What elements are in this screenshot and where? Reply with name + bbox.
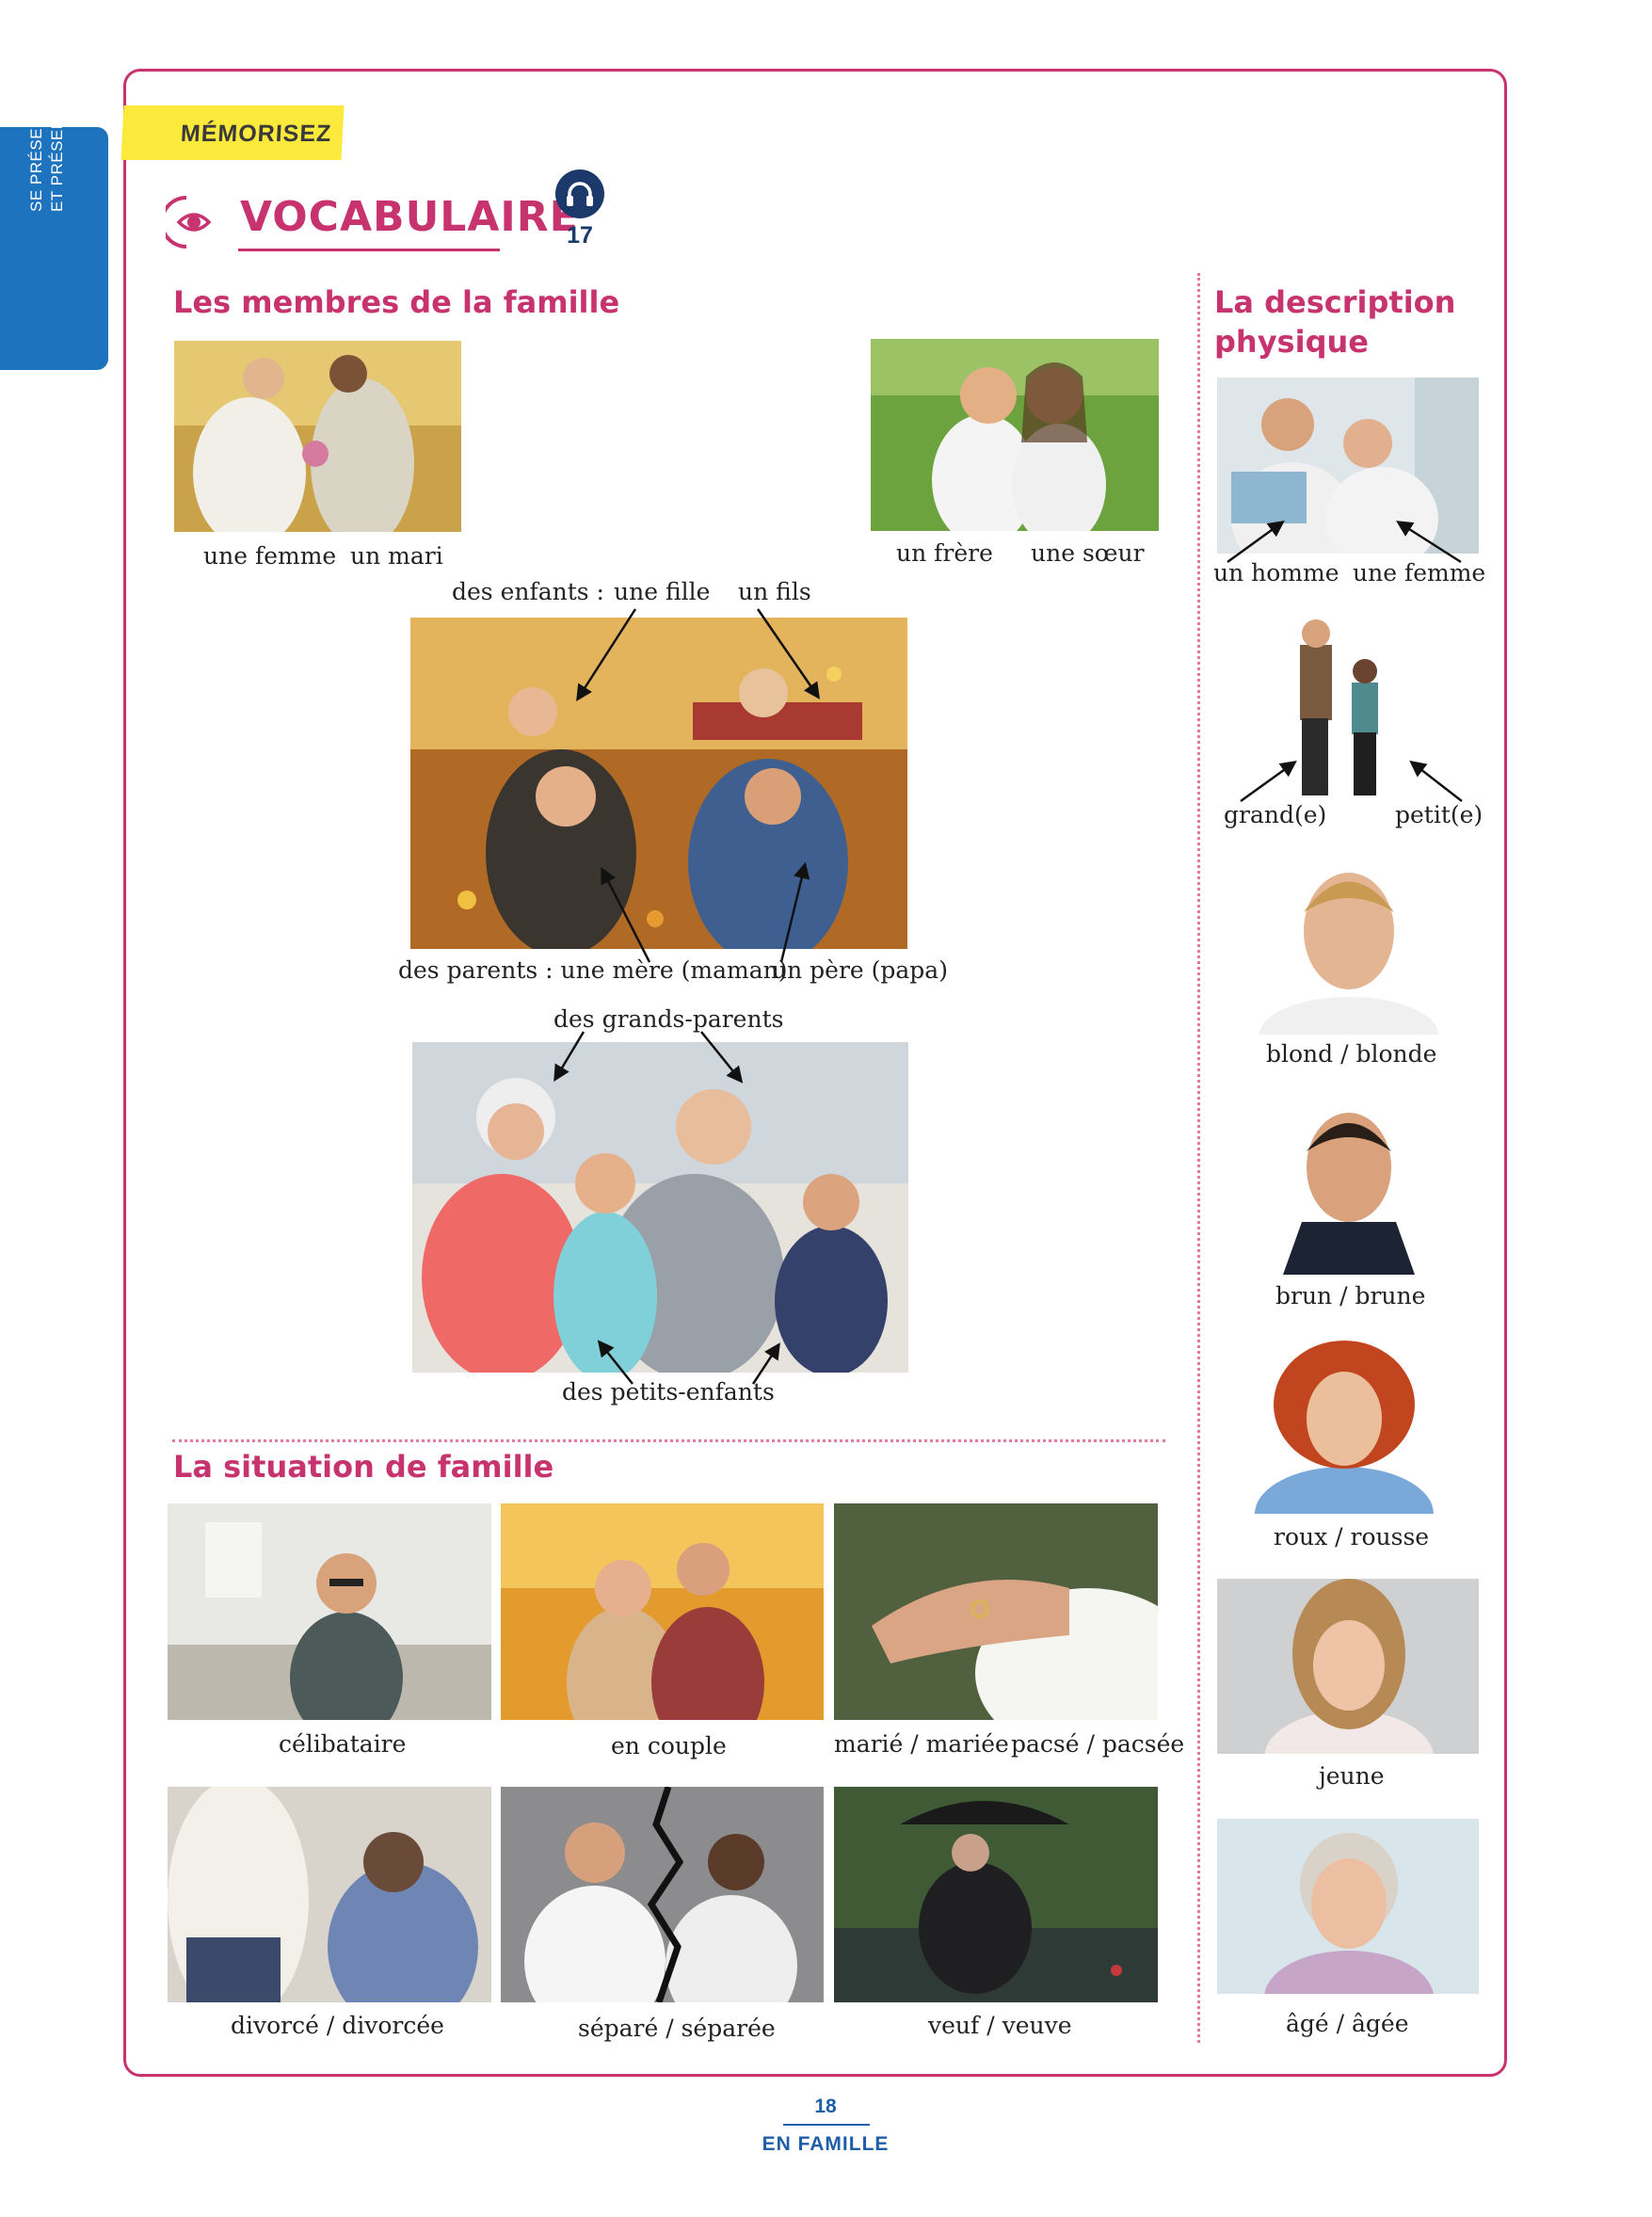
label-une-femme: une femme (203, 542, 337, 570)
label-des-parents-une-mere: des parents : une mère (maman) (398, 956, 788, 984)
label-marie: marié / mariée (834, 1730, 1009, 1758)
chapter-side-tab-label: SE PRÉSENTER ET PRÉSENTER (27, 82, 66, 212)
photo-blond (1217, 860, 1479, 1035)
label-veuf: veuf / veuve (928, 2012, 1072, 2039)
photo-wedding-couple (174, 341, 461, 532)
label-une-soeur: une sœur (1031, 539, 1145, 567)
photo-veuf (834, 1787, 1158, 2002)
label-roux: roux / rousse (1274, 1523, 1430, 1550)
label-un-pere: un père (papa) (772, 956, 948, 984)
photo-age (1217, 1819, 1479, 1994)
photo-brother-sister (871, 339, 1159, 531)
chapter-name: EN FAMILLE (762, 2133, 890, 2155)
photo-grandparents-grandchildren (412, 1042, 908, 1373)
label-en-couple: en couple (611, 1732, 727, 1759)
heading-situation-famille: La situation de famille (173, 1449, 554, 1485)
section-title: VOCABULAIRE (240, 193, 579, 241)
photo-en-couple (501, 1503, 824, 1720)
page-number: 18 (814, 2096, 837, 2117)
label-un-homme: un homme (1213, 559, 1339, 586)
label-une-fille: une fille (614, 578, 711, 605)
page-number-line (783, 2124, 870, 2126)
photo-family-autumn (410, 618, 907, 949)
audio-track-number: 17 (567, 222, 593, 249)
column-divider (1197, 273, 1200, 2043)
heading-description-physique: La description physique (1214, 284, 1456, 360)
section-divider (172, 1439, 1165, 1442)
label-jeune: jeune (1319, 1762, 1385, 1790)
label-blond: blond / blonde (1266, 1040, 1437, 1068)
photo-homme-femme (1217, 378, 1479, 554)
label-un-mari: un mari (350, 542, 443, 570)
eye-icon (160, 194, 222, 255)
photo-marie (834, 1503, 1158, 1720)
label-pacse: pacsé / pacsée (1011, 1730, 1185, 1758)
label-un-frere: un frère (896, 539, 993, 567)
label-des-enfants: des enfants : (452, 578, 604, 605)
label-des-petits-enfants: des petits-enfants (562, 1378, 775, 1406)
photo-brun (1217, 1100, 1479, 1275)
photo-separe (501, 1787, 824, 2002)
photo-jeune (1217, 1579, 1479, 1754)
label-divorce: divorcé / divorcée (231, 2012, 444, 2039)
label-age: âgé / âgée (1286, 2010, 1409, 2037)
photo-grand-petit (1217, 617, 1479, 795)
label-une-femme-description: une femme (1353, 559, 1486, 586)
memorisez-badge: MÉMORISEZ (120, 105, 345, 160)
heading-membres-famille: Les membres de la famille (173, 284, 620, 320)
memorisez-label: MÉMORISEZ (180, 120, 333, 147)
label-celibataire: célibataire (279, 1730, 407, 1758)
label-des-grands-parents: des grands-parents (553, 1005, 784, 1033)
label-petit: petit(e) (1395, 801, 1484, 828)
label-grand: grand(e) (1224, 801, 1327, 828)
title-underline (238, 249, 500, 251)
photo-roux (1217, 1339, 1479, 1514)
photo-divorce (168, 1787, 491, 2002)
label-un-fils: un fils (738, 578, 811, 605)
headphones-icon[interactable] (555, 169, 604, 218)
label-brun: brun / brune (1275, 1282, 1426, 1309)
photo-celibataire (168, 1503, 491, 1720)
label-separe: séparé / séparée (578, 2015, 776, 2042)
